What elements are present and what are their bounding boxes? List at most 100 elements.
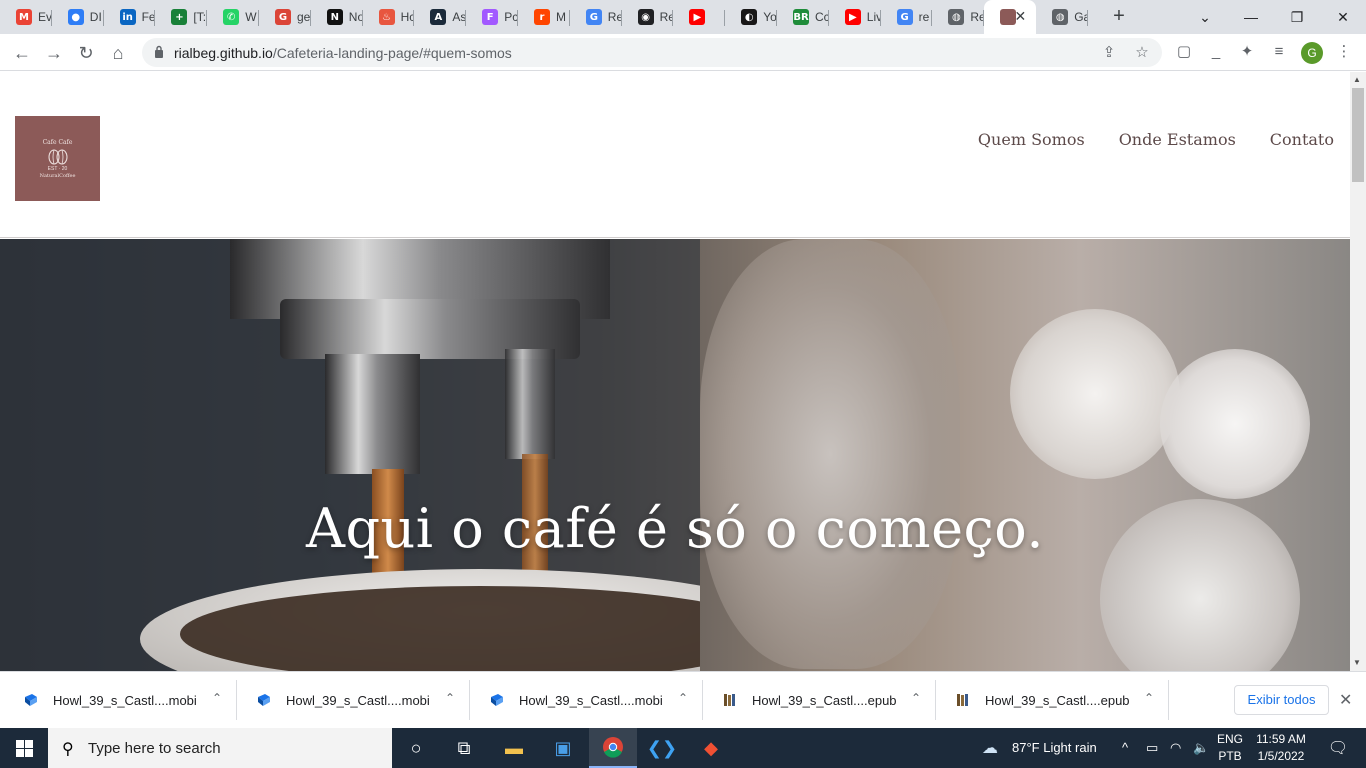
scrollbar-thumb[interactable]: [1352, 88, 1364, 182]
browser-tab[interactable]: ♨ Hc: [363, 2, 415, 32]
chevron-up-icon[interactable]: ⌃: [445, 691, 455, 705]
tab-title: W: [245, 10, 257, 24]
download-item[interactable]: Howl_39_s_Castl....mobi ⌃: [4, 672, 237, 729]
nav-onde-estamos[interactable]: Onde Estamos: [1119, 130, 1236, 149]
hero-banner: Aqui o café é só o começo.: [0, 239, 1350, 671]
git-icon[interactable]: ◆: [687, 728, 735, 768]
browser-tab[interactable]: A As: [414, 2, 467, 32]
wifi-icon[interactable]: ◠: [1170, 740, 1181, 756]
download-progress-icon[interactable]: _: [1206, 42, 1226, 62]
bokeh-light: [700, 239, 960, 669]
tab-title: Ga: [1074, 10, 1088, 24]
nav-contato[interactable]: Contato: [1270, 130, 1334, 149]
weather-text[interactable]: 87°F Light rain: [1012, 740, 1097, 755]
figma-icon: F: [482, 9, 499, 25]
browser-tab[interactable]: N No: [311, 2, 363, 32]
chrome-icon: [603, 737, 623, 758]
browser-tab[interactable]: ◐ Yo: [725, 2, 777, 32]
vscode-icon[interactable]: ❮❯: [638, 728, 686, 768]
notification-icon[interactable]: 🗨: [1318, 728, 1358, 768]
scroll-up-icon[interactable]: ▲: [1353, 75, 1361, 84]
chevron-up-icon[interactable]: ⌃: [678, 691, 688, 705]
browser-tab[interactable]: Gge: [259, 2, 311, 32]
browser-tab[interactable]: G Re: [570, 2, 622, 32]
download-item[interactable]: Howl_39_s_Castl....epub ⌃: [703, 672, 936, 729]
br-icon: BR: [793, 9, 809, 25]
google-icon: G: [275, 9, 291, 25]
taskbar-search-box[interactable]: ⚲ Type here to search: [48, 728, 392, 768]
restore-icon[interactable]: ❐: [1274, 0, 1320, 34]
tab-title: Fe: [141, 10, 156, 24]
cortana-icon[interactable]: ○: [392, 728, 440, 768]
address-bar[interactable]: rialbeg.github.io/Cafeteria-landing-page…: [142, 38, 1162, 67]
tab-search-icon[interactable]: ⌄: [1182, 0, 1228, 34]
menu-kebab-icon[interactable]: ⋮: [1334, 42, 1354, 62]
nav-quem-somos[interactable]: Quem Somos: [978, 130, 1085, 149]
tab-title: Liv: [866, 10, 881, 24]
volume-icon[interactable]: 🔈: [1193, 740, 1209, 756]
tab-title: Yo: [763, 10, 777, 24]
logo-text-top: Cafe Cafe: [42, 138, 73, 146]
browser-tab[interactable]: ✕: [984, 0, 1037, 34]
page-scrollbar[interactable]: ▲ ▼: [1350, 72, 1366, 671]
weather-cloud-icon[interactable]: ☁: [982, 738, 998, 758]
search-placeholder: Type here to search: [88, 740, 221, 757]
store-icon[interactable]: ▣: [539, 728, 587, 768]
browser-tab[interactable]: ▶: [673, 2, 726, 32]
browser-tab[interactable]: BR Cc: [777, 2, 829, 32]
browser-tab[interactable]: in Fe: [104, 2, 156, 32]
record-icon: ◉: [637, 9, 654, 25]
chrome-taskbar-icon[interactable]: [589, 728, 637, 768]
tab-title: M: [556, 10, 566, 24]
puzzle-icon[interactable]: ✦: [1237, 42, 1257, 62]
browser-tab[interactable]: ◍ Ga: [1036, 2, 1088, 32]
forward-icon[interactable]: →: [40, 39, 68, 67]
new-tab-icon[interactable]: +: [1108, 6, 1130, 28]
windows-start-button[interactable]: [0, 728, 48, 768]
tab-title: As: [452, 10, 467, 24]
input-language[interactable]: ENG PTB: [1213, 731, 1247, 765]
download-shelf: Exibir todos ✕ Howl_39_s_Castl....mobi ⌃ H…: [0, 671, 1366, 728]
reload-icon[interactable]: ↻: [72, 39, 100, 67]
chevron-up-icon[interactable]: ⌃: [1144, 691, 1154, 705]
browser-tab[interactable]: + [T:: [155, 2, 208, 32]
extension-icon[interactable]: ▢: [1174, 42, 1194, 62]
chevron-up-icon[interactable]: ⌃: [911, 691, 921, 705]
task-view-icon[interactable]: ⧉: [440, 728, 488, 768]
browser-tab[interactable]: ◍ Re: [932, 2, 985, 32]
download-item[interactable]: Howl_39_s_Castl....mobi ⌃: [470, 672, 703, 729]
home-icon[interactable]: ⌂: [104, 39, 132, 67]
browser-tab[interactable]: ✆ W: [207, 2, 259, 32]
browser-tab[interactable]: Gre: [881, 2, 933, 32]
browser-tab[interactable]: ◉ Re: [622, 2, 674, 32]
share-icon[interactable]: ⇪: [1100, 44, 1118, 62]
download-item[interactable]: Howl_39_s_Castl....mobi ⌃: [237, 672, 470, 729]
back-icon[interactable]: ←: [8, 39, 36, 67]
file-explorer-icon[interactable]: ▬: [490, 728, 538, 768]
browser-tab[interactable]: ● DI: [52, 2, 104, 32]
globe-icon: ◍: [948, 9, 965, 25]
minimize-icon[interactable]: —: [1228, 0, 1274, 34]
tray-chevron-icon[interactable]: ^: [1122, 740, 1128, 755]
download-item[interactable]: Howl_39_s_Castl....epub ⌃: [936, 672, 1169, 729]
clock-time: 11:59 AM: [1256, 732, 1306, 746]
coffee-bean-icon: [48, 149, 67, 164]
show-all-downloads-button[interactable]: Exibir todos: [1234, 685, 1329, 715]
site-nav: Quem Somos Onde Estamos Contato: [978, 130, 1334, 149]
browser-tab[interactable]: ▶ Liv: [829, 2, 881, 32]
cafe-logo[interactable]: Cafe Cafe EST · 20 NaturalCoffee: [15, 116, 100, 201]
chevron-up-icon[interactable]: ⌃: [212, 691, 222, 705]
battery-icon[interactable]: ▭: [1146, 740, 1158, 756]
close-icon[interactable]: ✕: [1339, 690, 1352, 710]
system-clock[interactable]: 11:59 AM 1/5/2022: [1248, 731, 1314, 765]
browser-tab[interactable]: F Pc: [466, 2, 518, 32]
close-tab-icon[interactable]: ✕: [1014, 8, 1026, 25]
browser-tab[interactable]: rM: [518, 2, 570, 32]
media-control-icon[interactable]: ≡: [1269, 42, 1289, 62]
bookmark-star-icon[interactable]: ☆: [1133, 44, 1151, 62]
profile-avatar[interactable]: G: [1301, 42, 1323, 64]
browser-tab[interactable]: M Ev: [0, 2, 52, 32]
window-close-icon[interactable]: ✕: [1320, 0, 1366, 34]
drive-icon: ●: [67, 9, 84, 25]
scroll-down-icon[interactable]: ▼: [1353, 658, 1361, 667]
